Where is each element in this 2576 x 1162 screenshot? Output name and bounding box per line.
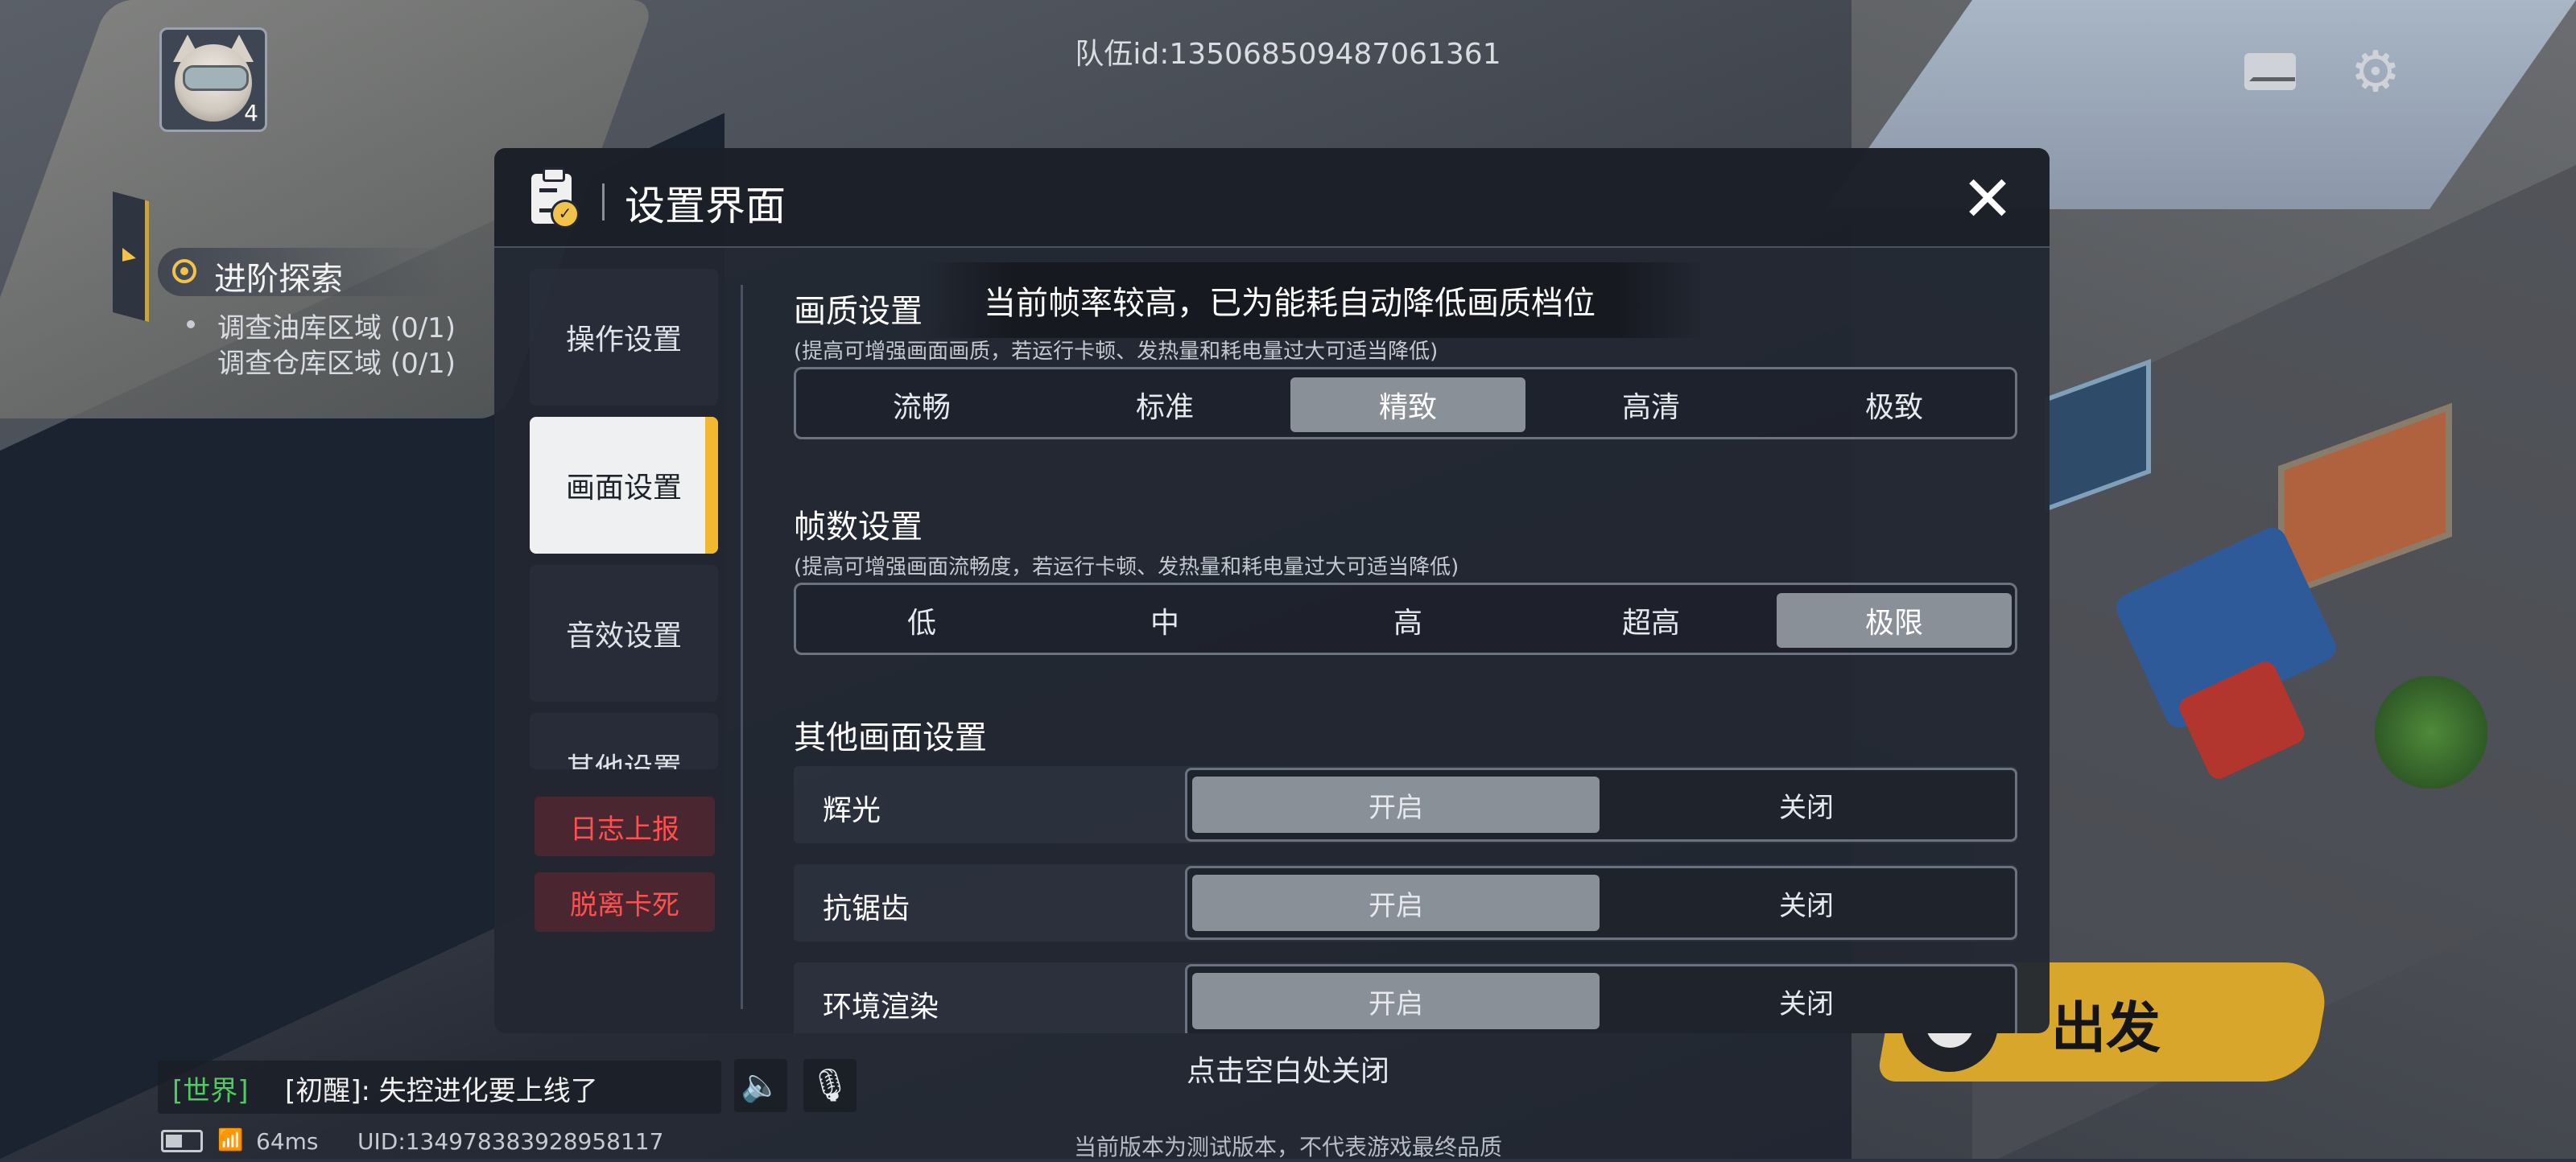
avatar[interactable]: 4 xyxy=(159,27,267,132)
antialiasing-toggle: 开启 关闭 xyxy=(1185,866,2017,940)
setting-row-environment: 环境渲染 开启 关闭 xyxy=(794,962,2017,1033)
avatar-goggles xyxy=(183,65,249,91)
settings-content[interactable]: 画质设置 (提高可增强画面画质，若运行卡顿、发热量和耗电量过大可适当降低) 流畅… xyxy=(784,246,2024,1033)
quest-target-icon xyxy=(172,259,196,283)
dialog-header: ✓ 设置界面 ✕ xyxy=(494,148,2050,248)
glow-toggle: 开启 关闭 xyxy=(1185,768,2017,842)
quality-option[interactable]: 标准 xyxy=(1047,377,1282,432)
setting-row-antialiasing: 抗锯齿 开启 关闭 xyxy=(794,864,2017,942)
clipboard-check-icon: ✓ xyxy=(531,167,580,229)
quest-item: 调查仓库区域 (0/1) xyxy=(217,348,456,380)
quality-option[interactable]: 极致 xyxy=(1777,377,2012,432)
background-plant xyxy=(2375,676,2487,789)
log-report-button[interactable]: 日志上报 xyxy=(535,797,715,856)
quest-title-label: 进阶探索 xyxy=(214,261,343,298)
setting-label: 环境渲染 xyxy=(823,991,939,1024)
toggle-off[interactable]: 关闭 xyxy=(1603,777,2010,833)
mic-off-icon[interactable]: 🎙 xyxy=(803,1059,857,1112)
check-badge-icon: ✓ xyxy=(551,200,580,229)
sidebar-divider xyxy=(741,285,743,1009)
chat-channel: [世界] xyxy=(172,1075,249,1107)
fps-option-selected[interactable]: 极限 xyxy=(1777,593,2012,648)
dialog-title: 设置界面 xyxy=(625,183,786,229)
version-note: 当前版本为测试版本，不代表游戏最终品质 xyxy=(1073,1134,1502,1160)
toggle-on[interactable]: 开启 xyxy=(1192,973,1600,1029)
tab-other[interactable]: 其他设置 xyxy=(530,713,718,769)
quest-bullet xyxy=(187,320,195,328)
quality-selector: 流畅 标准 精致 高清 极致 xyxy=(794,367,2017,439)
avatar-level: 4 xyxy=(244,100,258,126)
team-id: 队伍id:1350685094870613​61 xyxy=(1075,38,1501,71)
header-separator xyxy=(602,183,605,220)
quality-option[interactable]: 高清 xyxy=(1534,377,1769,432)
gear-icon[interactable]: ⚙ xyxy=(2349,43,2402,100)
wifi-icon: 📶 xyxy=(217,1128,244,1152)
quest-item: 调查油库区域 (0/1) xyxy=(217,312,456,344)
other-title: 其他画面设置 xyxy=(794,719,987,756)
setting-label: 辉光 xyxy=(823,794,881,827)
uid-text: UID:134978383928958117 xyxy=(357,1128,664,1155)
battery-icon xyxy=(161,1130,203,1152)
chat-message: [初醒]: 失控进化要上线了 xyxy=(285,1075,598,1107)
toggle-on[interactable]: 开启 xyxy=(1192,875,1600,931)
toast-message: 当前帧率较高，已为能耗自动降低画质档位 xyxy=(919,262,1708,338)
tab-controls[interactable]: 操作设置 xyxy=(530,269,718,406)
depart-label: 出发 xyxy=(2051,997,2161,1061)
tab-label: 其他设置 xyxy=(565,752,682,769)
tap-to-close-hint[interactable]: 点击空白处关闭 xyxy=(1046,1048,1530,1090)
quality-note: (提高可增强画面画质，若运行卡顿、发热量和耗电量过大可适当降低) xyxy=(794,340,1439,364)
quest-collapse-handle[interactable]: ▶ xyxy=(113,191,149,323)
fps-selector: 低 中 高 超高 极限 xyxy=(794,583,2017,655)
fps-option[interactable]: 低 xyxy=(804,593,1039,648)
fps-option[interactable]: 中 xyxy=(1047,593,1282,648)
mail-icon[interactable] xyxy=(2244,53,2296,90)
toggle-off[interactable]: 关闭 xyxy=(1603,875,2010,931)
tab-audio[interactable]: 音效设置 xyxy=(530,565,718,702)
fps-option[interactable]: 高 xyxy=(1290,593,1525,648)
setting-label: 抗锯齿 xyxy=(823,892,910,925)
chat-bar[interactable]: [世界] [初醒]: 失控进化要上线了 xyxy=(158,1061,721,1114)
quality-title: 画质设置 xyxy=(794,293,923,330)
tab-label: 操作设置 xyxy=(565,323,682,356)
toggle-off[interactable]: 关闭 xyxy=(1603,973,2010,1029)
tab-label: 音效设置 xyxy=(565,620,682,653)
quality-option-selected[interactable]: 精致 xyxy=(1290,377,1525,432)
fps-option[interactable]: 超高 xyxy=(1534,593,1769,648)
environment-toggle: 开启 关闭 xyxy=(1185,964,2017,1033)
sound-icon[interactable]: 🔈 xyxy=(734,1059,787,1112)
chevron-right-icon: ▶ xyxy=(122,244,136,268)
toast-text: 当前帧率较高，已为能耗自动降低画质档位 xyxy=(984,285,1596,322)
ping-text: 64ms xyxy=(256,1128,319,1155)
fps-note: (提高可增强画面流畅度，若运行卡顿、发热量和耗电量过大可适当降低) xyxy=(794,555,1459,579)
quality-option[interactable]: 流畅 xyxy=(804,377,1039,432)
unstuck-button[interactable]: 脱离卡死 xyxy=(535,872,715,932)
toggle-on[interactable]: 开启 xyxy=(1192,777,1600,833)
fps-title: 帧数设置 xyxy=(794,509,923,546)
setting-row-glow: 辉光 开启 关闭 xyxy=(794,766,2017,843)
quest-title[interactable]: 进阶探索 xyxy=(158,248,448,298)
tab-label: 画面设置 xyxy=(565,472,682,505)
close-icon[interactable]: ✕ xyxy=(1961,168,2014,231)
tab-graphics[interactable]: 画面设置 xyxy=(530,417,718,554)
